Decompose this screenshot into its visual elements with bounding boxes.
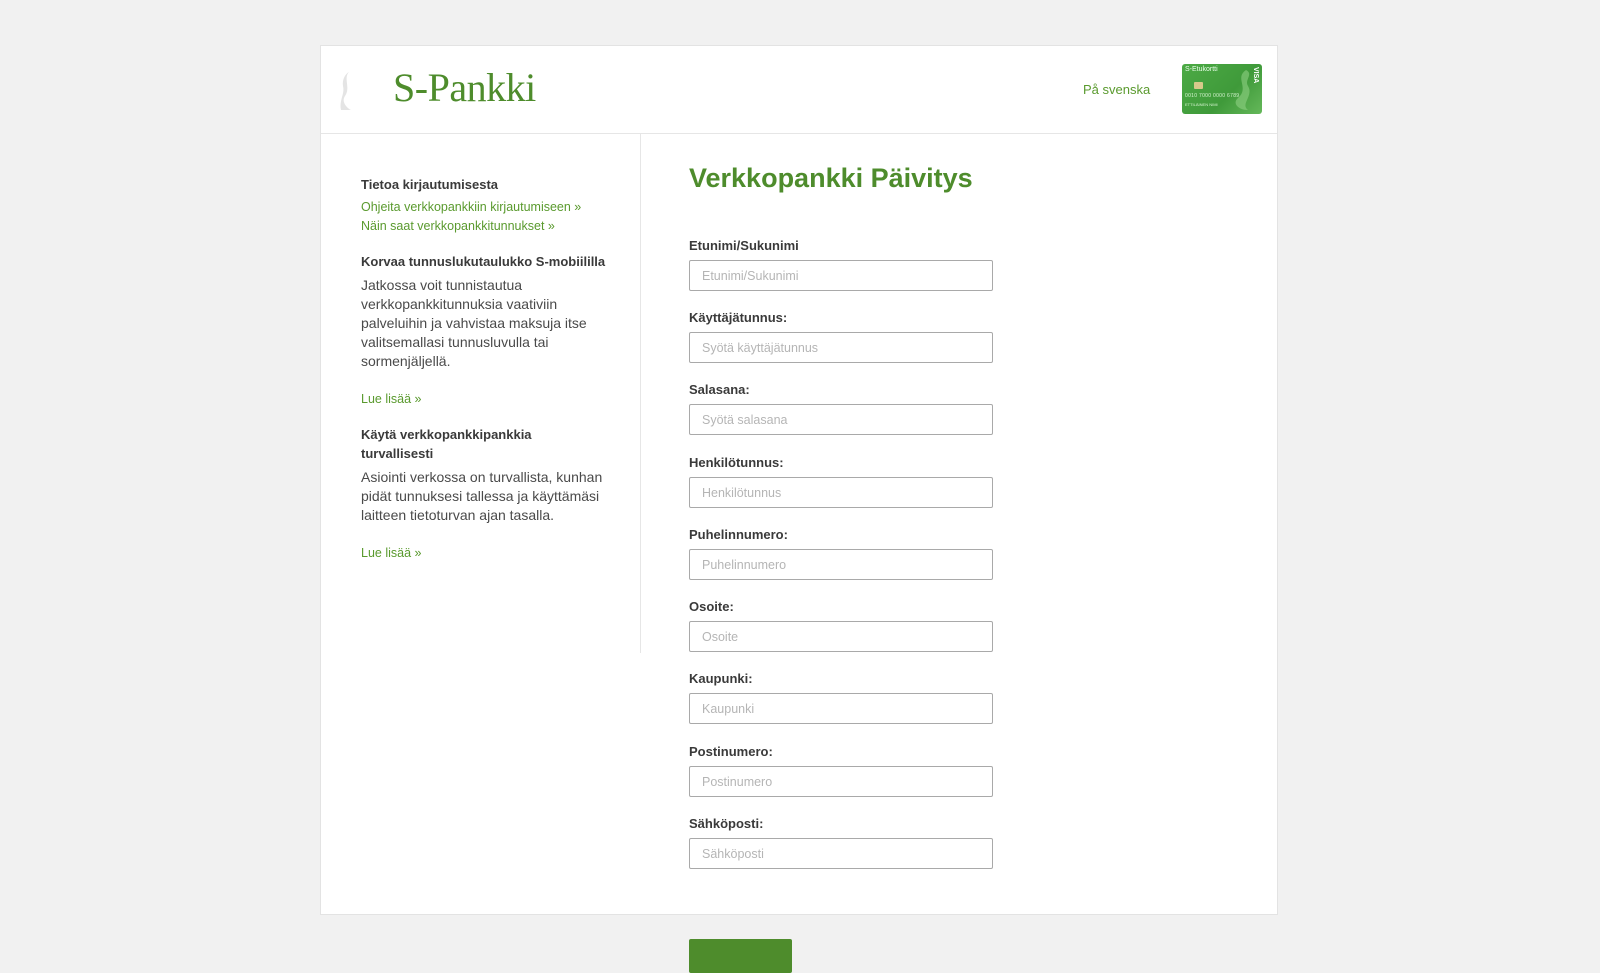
mobile-heading: Korvaa tunnuslukutaulukko S-mobiililla	[361, 254, 606, 269]
postal-code-group: Postinumero:	[689, 743, 993, 797]
address-group: Osoite:	[689, 598, 993, 652]
city-group: Kaupunki:	[689, 670, 993, 724]
postal-code-input[interactable]	[689, 766, 993, 797]
personal-id-group: Henkilötunnus:	[689, 454, 993, 508]
address-input[interactable]	[689, 621, 993, 652]
city-input[interactable]	[689, 693, 993, 724]
s-pankki-logo[interactable]: S-Pankki	[393, 64, 536, 111]
s-pankki-logo-mark-icon	[340, 72, 351, 110]
sidebar-content: Tietoa kirjautumisesta Ohjeita verkkopan…	[361, 175, 606, 563]
swedish-language-link[interactable]: På svenska	[1083, 82, 1150, 97]
full-name-label: Etunimi/Sukunimi	[689, 238, 799, 253]
password-label: Salasana:	[689, 382, 750, 397]
phone-label: Puhelinnumero:	[689, 527, 788, 542]
login-info-heading: Tietoa kirjautumisesta	[361, 177, 499, 192]
page-title: Verkkopankki Päivitys	[689, 163, 973, 193]
username-group: Käyttäjätunnus:	[689, 309, 993, 363]
card-holder: ETTILÄINEN NIMI	[1185, 102, 1218, 107]
sidebar: Tietoa kirjautumisesta Ohjeita verkkopan…	[321, 133, 641, 653]
username-label: Käyttäjätunnus:	[689, 310, 788, 325]
security-heading: Käytä verkkopankkipankkia turvallisesti	[361, 427, 532, 461]
card-swirl-icon	[1235, 70, 1250, 110]
login-instructions-link[interactable]: Ohjeita verkkopankkiin kirjautumiseen »	[361, 198, 606, 217]
phone-input[interactable]	[689, 549, 993, 580]
mobile-read-more-link[interactable]: Lue lisää »	[361, 390, 606, 409]
card-title: S-Etukortti	[1185, 66, 1218, 73]
personal-id-label: Henkilötunnus:	[689, 455, 784, 470]
postal-code-label: Postinumero:	[689, 744, 773, 759]
email-group: Sähköposti:	[689, 815, 993, 869]
password-input[interactable]	[689, 404, 993, 435]
city-label: Kaupunki:	[689, 671, 753, 686]
full-name-input[interactable]	[689, 260, 993, 291]
submit-button[interactable]	[689, 939, 792, 973]
s-etukortti-visa-card-icon: S-Etukortti VISA 0010 7000 0000 6789 ETT…	[1182, 64, 1262, 114]
email-input[interactable]	[689, 838, 993, 869]
security-read-more-link[interactable]: Lue lisää »	[361, 544, 606, 563]
security-text: Asiointi verkossa on turvallista, kunhan…	[361, 469, 603, 523]
mobile-text: Jatkossa voit tunnistautua verkkopankkit…	[361, 277, 587, 369]
phone-group: Puhelinnumero:	[689, 526, 993, 580]
full-name-group: Etunimi/Sukunimi	[689, 237, 993, 291]
personal-id-input[interactable]	[689, 477, 993, 508]
page-frame: S-Pankki På svenska S-Etukortti VISA 001…	[320, 45, 1278, 973]
address-label: Osoite:	[689, 599, 734, 614]
username-input[interactable]	[689, 332, 993, 363]
get-credentials-link[interactable]: Näin saat verkkopankkitunnukset »	[361, 217, 606, 236]
card-chip-icon	[1194, 82, 1203, 89]
card-number: 0010 7000 0000 6789	[1185, 93, 1240, 99]
email-label: Sähköposti:	[689, 816, 764, 831]
password-group: Salasana:	[689, 381, 993, 435]
site-header: S-Pankki På svenska S-Etukortti VISA 001…	[321, 46, 1277, 134]
